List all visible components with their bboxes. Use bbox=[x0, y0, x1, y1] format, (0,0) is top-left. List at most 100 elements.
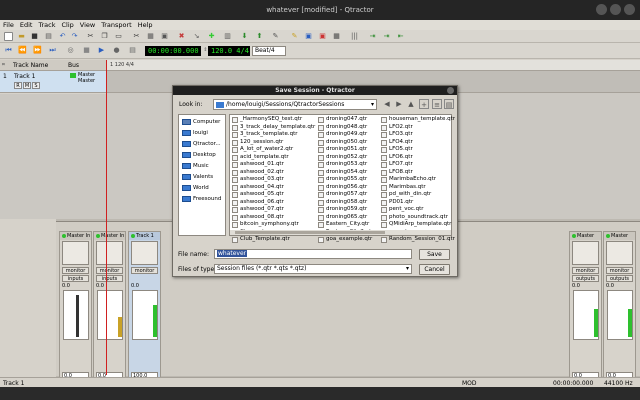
horizontal-scrollbar[interactable] bbox=[230, 230, 451, 235]
select-icon[interactable]: ↘ bbox=[192, 32, 201, 41]
file-item[interactable]: Marimbas.qtr bbox=[380, 184, 452, 192]
monitor-button[interactable]: monitor bbox=[572, 267, 599, 274]
monitor-button[interactable]: monitor bbox=[62, 267, 89, 274]
rewind-icon[interactable]: ⏪ bbox=[18, 46, 27, 55]
file-item[interactable]: droning052.qtr bbox=[317, 154, 381, 162]
forward-icon[interactable]: ▶ bbox=[394, 99, 404, 109]
file-item[interactable]: LFO7.qtr bbox=[380, 161, 452, 169]
place-computer[interactable]: Computer bbox=[181, 117, 227, 127]
file-type-select[interactable]: Session files (*.qtr *.qts *.qtz) ▾ bbox=[214, 264, 412, 274]
menu-transport[interactable]: Transport bbox=[98, 20, 135, 29]
copy-clip-icon[interactable]: ▦ bbox=[146, 32, 155, 41]
plugins-box[interactable] bbox=[62, 241, 89, 265]
solo-button[interactable]: S bbox=[32, 82, 40, 89]
place-world[interactable]: World bbox=[181, 183, 227, 193]
paste-clip-icon[interactable]: ▣ bbox=[160, 32, 169, 41]
redo-icon[interactable]: ↷ bbox=[70, 32, 79, 41]
connections-icon[interactable]: ▦ bbox=[332, 32, 341, 41]
place-qtractor[interactable]: Qtractor... bbox=[181, 139, 227, 149]
upload-icon[interactable]: ⬆ bbox=[255, 32, 264, 41]
outputs-button[interactable]: outputs bbox=[606, 275, 633, 282]
file-item[interactable]: bitcoin_symphony.qtr bbox=[231, 221, 315, 229]
pencil-icon[interactable]: ✎ bbox=[271, 32, 280, 41]
file-item[interactable]: LFO4.qtr bbox=[380, 139, 452, 147]
file-item[interactable]: pd_with_din.qtr bbox=[380, 191, 452, 199]
file-item[interactable]: droning065.qtr bbox=[317, 214, 381, 222]
file-item[interactable]: 120_session.qtr bbox=[231, 139, 315, 147]
file-item[interactable]: ashwood_02.qtr bbox=[231, 169, 315, 177]
fast-forward-icon[interactable]: ⏩ bbox=[33, 46, 42, 55]
file-item[interactable]: droning049.qtr bbox=[317, 131, 381, 139]
file-item[interactable]: acid_template.qtr bbox=[231, 154, 315, 162]
playhead-cursor[interactable] bbox=[106, 60, 107, 375]
mute-button[interactable]: M bbox=[23, 82, 31, 89]
back-icon[interactable]: ◀ bbox=[382, 99, 392, 109]
file-item[interactable]: PD01.qtr bbox=[380, 199, 452, 207]
file-item[interactable]: Club_Template.qtr bbox=[231, 236, 315, 244]
file-item[interactable]: A_lot_of_water2.qtr bbox=[231, 146, 315, 154]
loop-toggle-icon[interactable]: ◎ bbox=[66, 46, 75, 55]
file-item[interactable]: Eastern_City.qtr bbox=[317, 221, 381, 229]
file-item[interactable]: photo_soundtrack.qtr bbox=[380, 214, 452, 222]
file-item[interactable]: QMidiArp_template.qtr bbox=[380, 221, 452, 229]
file-item[interactable]: droning054.qtr bbox=[317, 169, 381, 177]
list-view-icon[interactable]: ≡ bbox=[432, 99, 442, 109]
file-item[interactable]: droning059.qtr bbox=[317, 206, 381, 214]
inputs-button[interactable]: inputs bbox=[62, 275, 89, 282]
place-valents[interactable]: Valents bbox=[181, 172, 227, 182]
marker-icon[interactable]: ✎ bbox=[290, 32, 299, 41]
file-item[interactable]: droning047.qtr bbox=[317, 116, 381, 124]
cut-clip-icon[interactable]: ✂ bbox=[132, 32, 141, 41]
file-item[interactable]: ashwood_03.qtr bbox=[231, 176, 315, 184]
file-item[interactable]: droning048.qtr bbox=[317, 124, 381, 132]
view-icon[interactable]: ▣ bbox=[304, 32, 313, 41]
file-item[interactable]: ashwood_06.qtr bbox=[231, 199, 315, 207]
parent-folder-icon[interactable]: ▲ bbox=[406, 99, 416, 109]
backward-icon[interactable]: ⏮ bbox=[4, 46, 13, 55]
download-icon[interactable]: ⬇ bbox=[240, 32, 249, 41]
play-icon[interactable]: ▶ bbox=[97, 46, 106, 55]
detail-view-icon[interactable]: ▤ bbox=[444, 99, 454, 109]
tempo-display[interactable]: 120.0 4/4 bbox=[208, 46, 250, 56]
menu-edit[interactable]: Edit bbox=[17, 20, 36, 29]
file-item[interactable]: _HarmonySEQ_test.qtr bbox=[231, 116, 315, 124]
plugins-box[interactable] bbox=[572, 241, 599, 265]
plugins-box[interactable] bbox=[96, 241, 123, 265]
file-item[interactable]: droning056.qtr bbox=[317, 184, 381, 192]
file-item[interactable]: Random_Session_01.qtr bbox=[380, 236, 455, 244]
cancel-button[interactable]: Cancel bbox=[419, 264, 450, 275]
file-item[interactable]: 3_track_template.qtr bbox=[231, 131, 315, 139]
loop-start-icon[interactable]: ⇥ bbox=[368, 32, 377, 41]
fader-track[interactable] bbox=[76, 295, 79, 337]
file-item[interactable]: LFO6.qtr bbox=[380, 154, 452, 162]
file-item[interactable]: droning055.qtr bbox=[317, 176, 381, 184]
copy-icon[interactable]: ❐ bbox=[100, 32, 109, 41]
file-item[interactable]: ashwood_04.qtr bbox=[231, 184, 315, 192]
save-icon[interactable]: ■ bbox=[30, 32, 39, 41]
scrollbar-thumb[interactable] bbox=[235, 231, 385, 234]
look-in-select[interactable]: /home/louigi/Sessions/QtractorSessions ▾ bbox=[213, 99, 377, 110]
file-item[interactable]: houseman_template.qtr bbox=[380, 116, 455, 124]
mixer-icon[interactable]: ||| bbox=[350, 32, 359, 41]
forward-icon[interactable]: ⏭ bbox=[48, 46, 57, 55]
file-item[interactable]: ashwood_05.qtr bbox=[231, 191, 315, 199]
time-display[interactable]: 00:00:00.000 bbox=[145, 46, 201, 56]
dialog-close-icon[interactable] bbox=[447, 87, 454, 94]
monitor-button[interactable]: monitor bbox=[131, 267, 158, 274]
undo-icon[interactable]: ↶ bbox=[58, 32, 67, 41]
record-armed-icon[interactable]: ▣ bbox=[318, 32, 327, 41]
file-item[interactable]: LFO3.qtr bbox=[380, 131, 452, 139]
new-file-icon[interactable] bbox=[4, 32, 13, 41]
timeline-ruler[interactable]: 1 120 4/4 bbox=[106, 60, 640, 71]
snap-select[interactable]: Beat/4 bbox=[252, 46, 286, 56]
loop-end-icon[interactable]: ⇤ bbox=[396, 32, 405, 41]
file-item[interactable]: ashwood_01.qtr bbox=[231, 161, 315, 169]
maximize-icon[interactable] bbox=[610, 4, 621, 15]
add-track-icon[interactable]: ✚ bbox=[207, 32, 216, 41]
open-folder-icon[interactable]: ▬ bbox=[17, 32, 26, 41]
outputs-button[interactable]: outputs bbox=[572, 275, 599, 282]
new-folder-icon[interactable]: + bbox=[419, 99, 429, 109]
record-icon[interactable]: ● bbox=[112, 46, 121, 55]
paste-icon[interactable]: ▭ bbox=[114, 32, 123, 41]
save-button[interactable]: Save bbox=[419, 249, 450, 260]
